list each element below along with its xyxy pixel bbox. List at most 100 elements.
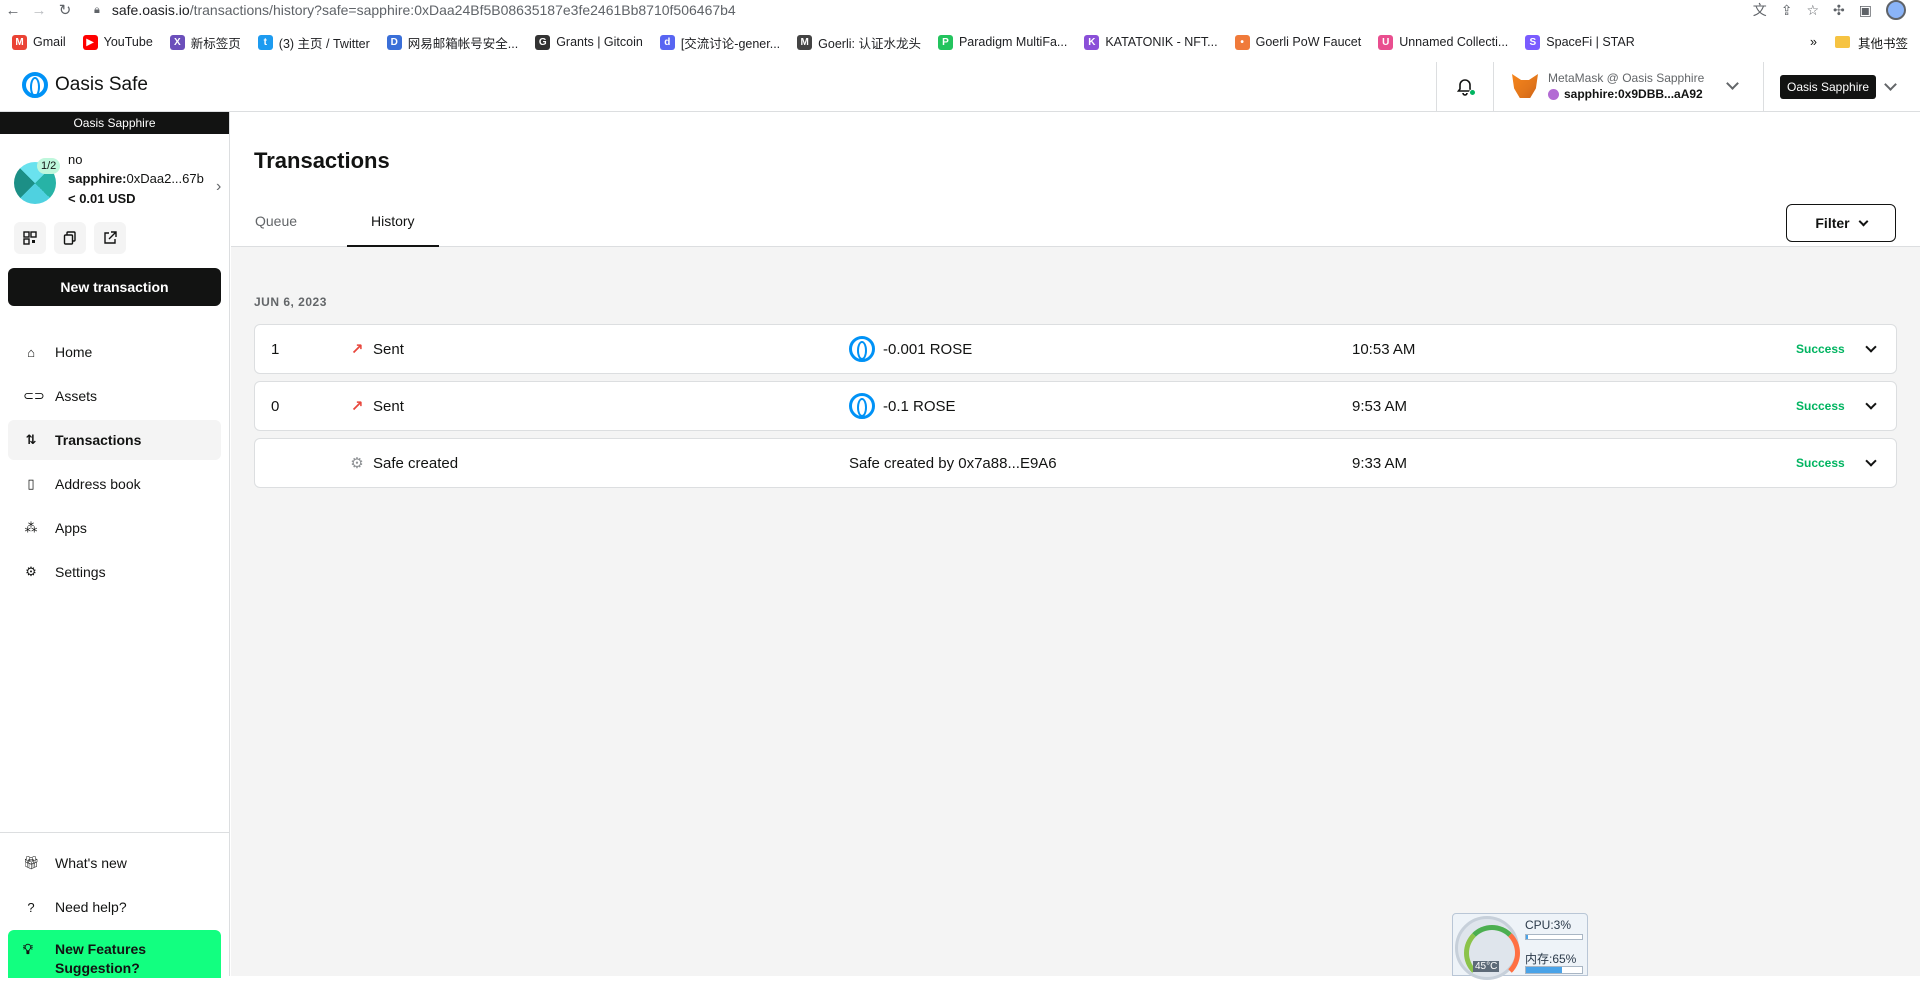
bookmark-item[interactable]: • Goerli PoW Faucet — [1234, 34, 1361, 50]
bookmark-item[interactable]: X 新标签页 — [169, 33, 241, 52]
transaction-row[interactable]: ⚙ Safe created Safe created by 0x7a88...E… — [254, 438, 1897, 488]
logo-text: Oasis Safe — [55, 74, 148, 95]
sidebar-nav: ⌂ Home ⊂⊃ Assets ⇅ Transactions ▯ Address book ⁂… — [8, 332, 221, 596]
tx-nonce: 0 — [271, 397, 280, 415]
safe-address: sapphire:0xDaa2...67b — [68, 171, 204, 186]
sidebar-item-label: Transactions — [55, 432, 142, 448]
tab-queue[interactable]: Queue — [231, 202, 321, 247]
notifications-bell-icon[interactable] — [1456, 78, 1476, 96]
wallet-provider: MetaMask @ Oasis Sapphire — [1548, 71, 1705, 85]
copy-icon[interactable] — [54, 222, 86, 254]
chain-indicator: Oasis Sapphire — [0, 112, 229, 134]
more-bookmarks-icon[interactable]: » — [1810, 35, 1817, 49]
folder-icon — [1834, 36, 1850, 48]
notification-dot — [1469, 89, 1476, 96]
expand-chevron-icon[interactable] — [1865, 439, 1877, 487]
page-title: Transactions — [254, 148, 390, 173]
safe-address-text: 0xDaa2...67b — [126, 171, 204, 186]
bookmark-favicon-icon: M — [797, 34, 813, 50]
external-link-icon[interactable] — [94, 222, 126, 254]
system-monitor-widget[interactable]: 45°C CPU:3% 内存:65% — [1452, 913, 1588, 981]
tx-status: Success — [1796, 456, 1845, 470]
bookmark-item[interactable]: G Grants | Gitcoin — [535, 34, 643, 50]
bookmark-item[interactable]: S SpaceFi | STAR — [1525, 34, 1635, 50]
tab-history[interactable]: History — [347, 202, 439, 247]
oasis-logo-icon — [22, 72, 48, 98]
translate-icon[interactable]: 文 — [1753, 0, 1767, 20]
expand-chevron-icon[interactable] — [1865, 325, 1877, 373]
memory-usage: 内存:65% — [1525, 952, 1577, 966]
need-help-icon: ? — [27, 899, 35, 915]
bookmark-item[interactable]: M Goerli: 认证水龙头 — [797, 33, 921, 52]
temperature-readout: 45°C — [1473, 961, 1500, 972]
wallet-chevron-down-icon — [1726, 76, 1740, 90]
transaction-list: 1 ↗ Sent -0.001 ROSE 10:53 AM Success 0 ↗… — [254, 324, 1897, 495]
tx-status: Success — [1796, 399, 1845, 413]
bookmark-item[interactable]: U Unnamed Collecti... — [1378, 34, 1508, 50]
qr-code-icon[interactable] — [14, 222, 46, 254]
tx-type: ↗ Sent — [349, 325, 404, 373]
url-bar[interactable]: 🔒︎ safe.oasis.io /transactions/history?s… — [94, 0, 736, 20]
date-group-label: JUN 6, 2023 — [254, 295, 327, 309]
main-content: Transactions Queue History Filter JUN 6,… — [231, 112, 1920, 976]
sidebar-item-apps[interactable]: ⁂ Apps — [8, 508, 221, 548]
bookmark-label: SpaceFi | STAR — [1546, 35, 1635, 49]
forward-icon[interactable]: → — [26, 0, 52, 20]
network-badge[interactable]: Oasis Sapphire — [1780, 75, 1877, 99]
profile-avatar[interactable] — [1886, 0, 1906, 20]
rose-token-icon — [849, 393, 875, 419]
bookmark-item[interactable]: t (3) 主页 / Twitter — [257, 33, 370, 52]
lock-icon: 🔒︎ — [94, 3, 100, 16]
tx-info: -0.1 ROSE — [849, 382, 956, 430]
transaction-row[interactable]: 1 ↗ Sent -0.001 ROSE 10:53 AM Success — [254, 324, 1897, 374]
cpu-usage: CPU:3% — [1525, 918, 1572, 932]
bookmarks-right: » 其他书签 — [1810, 28, 1908, 56]
transaction-row[interactable]: 0 ↗ Sent -0.1 ROSE 9:53 AM Success — [254, 381, 1897, 431]
whats-new-icon: 🎁︎ — [23, 855, 40, 870]
sidebar-item-assets[interactable]: ⊂⊃ Assets — [8, 376, 221, 416]
bookmark-item[interactable]: D 网易邮箱帐号安全... — [386, 33, 518, 52]
tx-type: ⚙ Safe created — [349, 439, 458, 487]
sidebar-item-need-help[interactable]: ? Need help? — [8, 887, 221, 927]
network-chevron-down-icon[interactable] — [1884, 78, 1897, 91]
header-divider — [1763, 62, 1764, 112]
tx-type-label: Sent — [373, 397, 404, 415]
open-safe-list-icon[interactable]: › — [216, 178, 221, 196]
reload-icon[interactable]: ↻ — [52, 0, 78, 20]
bookmark-item[interactable]: d [交流讨论-gener... — [659, 33, 781, 52]
filter-button[interactable]: Filter — [1786, 204, 1896, 242]
bookmark-favicon-icon: M — [12, 34, 27, 50]
sidebar-item-home[interactable]: ⌂ Home — [8, 332, 221, 372]
bookmark-label: [交流讨论-gener... — [680, 36, 781, 51]
connected-wallet[interactable]: MetaMask @ Oasis Sapphire sapphire:0x9DB… — [1512, 70, 1740, 102]
extensions-icon[interactable]: ✣ — [1833, 2, 1845, 19]
bookmark-item[interactable]: ▶ YouTube — [82, 34, 153, 50]
tx-type: ↗ Sent — [349, 382, 404, 430]
safe-name: no — [68, 152, 83, 167]
bookmark-item[interactable]: P Paradigm MultiFa... — [937, 34, 1067, 50]
bookmark-favicon-icon: G — [535, 34, 551, 50]
url-path: /transactions/history?safe=sapphire:0xDa… — [189, 2, 736, 18]
tx-info: Safe created by 0x7a88...E9A6 — [849, 439, 1057, 487]
other-bookmarks-label: 其他书签 — [1857, 36, 1908, 51]
sidebar-item-settings[interactable]: ⚙ Settings — [8, 552, 221, 592]
sidebar-item-transactions[interactable]: ⇅ Transactions — [8, 420, 221, 460]
sidebar-item-label: Need help? — [55, 899, 127, 915]
page-header: Transactions Queue History Filter — [231, 112, 1920, 247]
sidebar-item-whats-new[interactable]: 🎁︎ What's new — [8, 843, 221, 883]
sidepanel-icon[interactable]: ▣ — [1859, 2, 1872, 19]
new-transaction-button[interactable]: New transaction — [8, 268, 221, 306]
sidebar-item-address-book[interactable]: ▯ Address book — [8, 464, 221, 504]
other-bookmarks-folder[interactable]: 其他书签 — [1834, 33, 1908, 52]
back-icon[interactable]: ← — [0, 0, 26, 20]
oasis-safe-logo[interactable]: Oasis Safe — [22, 72, 148, 98]
expand-chevron-icon[interactable] — [1865, 382, 1877, 430]
share-icon[interactable]: ⇪ — [1781, 2, 1793, 19]
app-header: Oasis Safe MetaMask @ Oasis Sapphire sap… — [0, 62, 1920, 112]
star-icon[interactable]: ☆ — [1806, 2, 1819, 19]
tx-type-label: Sent — [373, 340, 404, 358]
feature-suggestion-button[interactable]: 💡︎ New Features Suggestion? — [8, 930, 221, 978]
bookmark-item[interactable]: M Gmail — [12, 34, 66, 50]
bookmark-favicon-icon: P — [937, 34, 953, 50]
bookmark-item[interactable]: K KATATONIK - NFT... — [1084, 34, 1218, 50]
